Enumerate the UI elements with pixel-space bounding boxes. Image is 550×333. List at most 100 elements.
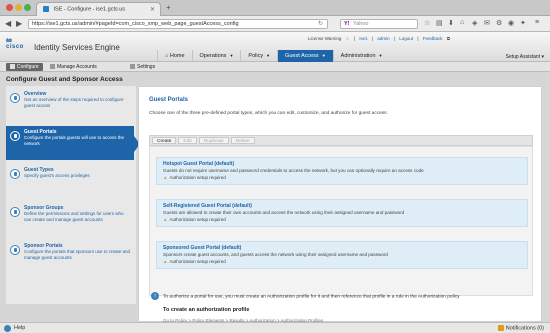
cisco-logo: ılıılı cisco [6,38,24,50]
reading-list-icon[interactable]: ▤ [436,19,443,27]
sidebar-item-desc: Get an overview of the steps required to… [24,97,124,108]
home-icon: ⌂ [165,53,169,59]
extension-icon[interactable]: ✉ [484,19,490,27]
sidebar-item-guest-types[interactable]: Guest Types Specify guest's access privi… [6,164,136,182]
nav-operations-label: Operations [199,53,227,59]
portal-toolbar: Create Edit Duplicate Delete [149,135,533,146]
puzzle-icon[interactable]: ✦ [520,19,526,27]
manage-accounts-icon [50,64,55,70]
portal-name[interactable]: Hotspot Guest Portal (default) [163,161,521,167]
sidebar-item-sponsor-portals[interactable]: Sponsor Portals Configure the portals th… [6,240,136,263]
app-footer: Help Notifications (0) [0,322,550,333]
back-arrow-icon[interactable]: ◀ [5,19,11,28]
nav-home-label: Home [169,53,185,59]
caret-down-icon: ▼ [378,53,383,58]
forward-arrow-icon[interactable]: ▶ [16,19,22,28]
star-icon[interactable]: ☆ [424,19,430,27]
configure-icon [10,64,15,70]
user-link[interactable]: admin [377,36,389,41]
sync-icon[interactable]: ◉ [508,19,514,27]
nav-operations[interactable]: Operations ▼ [191,50,241,62]
portal-name[interactable]: Sponsored Guest Portal (default) [163,245,521,251]
main-nav: ⌂ Home Operations ▼ Policy ▼ Guest Access ▼… [157,50,389,62]
home-browser-icon[interactable]: ⌂ [460,19,464,26]
help-link[interactable]: Help [4,325,25,332]
sponsor-portals-icon [10,245,20,255]
browser-navbar: ◀ ▶ https://ise1.gcts.us/admin/#pageId=c… [0,16,550,32]
sidebar-item-overview[interactable]: Overview Get an overview of the steps re… [6,88,136,111]
section-intro: Choose one of the three pre-defined port… [149,111,388,116]
sidebar-item-guest-portals[interactable]: Guest Portals Configure the portals gues… [6,126,134,160]
warning-icon: ⚠ [345,36,350,41]
duplicate-button[interactable]: Duplicate [198,137,229,144]
sidebar-item-desc: Specify guest's access privileges [24,173,90,178]
tab-close-icon[interactable]: ✕ [150,6,155,13]
section-title: Guest Portals [149,97,189,103]
window-zoom-button[interactable] [24,4,31,11]
caret-down-icon: ▼ [229,53,234,58]
portal-desc: Guests do not require username and passw… [163,168,424,173]
license-warning-link[interactable]: License Warning [308,36,341,41]
menu-icon[interactable]: ≡ [535,19,539,26]
address-bar[interactable]: https://ise1.gcts.us/admin/#pageId=com_c… [28,19,328,29]
sub-tabs: Configure Manage Accounts Settings [0,62,550,72]
cisco-logo-text: cisco [6,44,24,50]
nav-guest-access[interactable]: Guest Access ▼ [277,50,333,62]
portal-warning: ▲ Authorization setup required [163,259,521,264]
top-links: License Warning ⚠ | ise1 | admin | Logou… [307,36,450,41]
new-tab-button[interactable]: + [166,3,171,12]
sidebar-item-sponsor-groups[interactable]: Sponsor Groups Define the permissions an… [6,202,136,225]
tab-title: ISE - Configure - ise1.gcts.us [53,6,126,13]
window-close-button[interactable] [6,4,13,11]
portal-warning: ▲ Authorization setup required [163,217,521,222]
tab-configure-label: Configure [17,64,39,70]
url-text: https://ise1.gcts.us/admin/#pageId=com_c… [32,21,239,27]
warning-icon: ▲ [163,217,168,222]
app-header: ılıılı cisco Identity Services Engine Li… [0,32,550,62]
caret-down-icon: ▼ [321,53,326,58]
tab-configure[interactable]: Configure [6,63,43,71]
nav-guest-access-label: Guest Access [285,53,319,59]
overview-icon [10,93,20,103]
nav-home[interactable]: ⌂ Home [157,50,192,62]
logout-link[interactable]: Logout [399,36,413,41]
settings-icon [130,64,135,70]
search-placeholder: Yahoo [352,21,369,27]
window-minimize-button[interactable] [15,4,22,11]
portal-warning-text: Authorization setup required [169,175,226,180]
edit-button[interactable]: Edit [178,137,197,144]
portal-row-sponsored[interactable]: Sponsored Guest Portal (default) Sponsor… [156,241,528,269]
nav-policy[interactable]: Policy ▼ [240,50,277,62]
tab-settings[interactable]: Settings [126,63,159,71]
warning-icon: ▲ [163,175,168,180]
nav-administration[interactable]: Administration ▼ [332,50,390,62]
portal-row-hotspot[interactable]: Hotspot Guest Portal (default) Guests do… [156,157,528,185]
feedback-icon[interactable]: ⧉ [447,36,450,41]
portal-desc: Guests are allowed to create their own a… [163,210,405,215]
portal-desc: Sponsors create guest accounts, and gues… [163,252,388,257]
favicon-icon [43,6,49,12]
sidebar: Overview Get an overview of the steps re… [6,86,140,304]
reload-icon[interactable]: ↻ [318,20,323,27]
help-icon [4,325,11,332]
delete-button[interactable]: Delete [230,137,255,144]
create-auth-title: To create an authorization profile [163,307,250,313]
browser-tab[interactable]: ISE - Configure - ise1.gcts.us ✕ [36,2,161,16]
portal-row-self-registered[interactable]: Self-Registered Guest Portal (default) G… [156,199,528,227]
addon-icon[interactable]: ⚙ [496,19,502,27]
create-button[interactable]: Create [152,137,177,144]
setup-assistant-dropdown[interactable]: Setup Assistant ▾ [506,54,544,60]
portal-name[interactable]: Self-Registered Guest Portal (default) [163,203,521,209]
nav-policy-label: Policy [248,53,264,59]
pocket-icon[interactable]: ◈ [472,19,477,27]
search-input[interactable]: Y! Yahoo [340,19,418,29]
notification-icon [497,325,504,331]
product-name: Identity Services Engine [34,43,120,52]
download-icon[interactable]: ⬇ [448,19,454,27]
tab-manage-accounts[interactable]: Manage Accounts [46,63,101,71]
host-link[interactable]: ise1 [359,36,367,41]
notifications-link[interactable]: Notifications (0) [497,325,544,331]
feedback-link[interactable]: Feedback [423,36,443,41]
main-content: Guest Portals Choose one of the three pr… [138,86,542,323]
portal-warning-text: Authorization setup required [169,217,226,222]
